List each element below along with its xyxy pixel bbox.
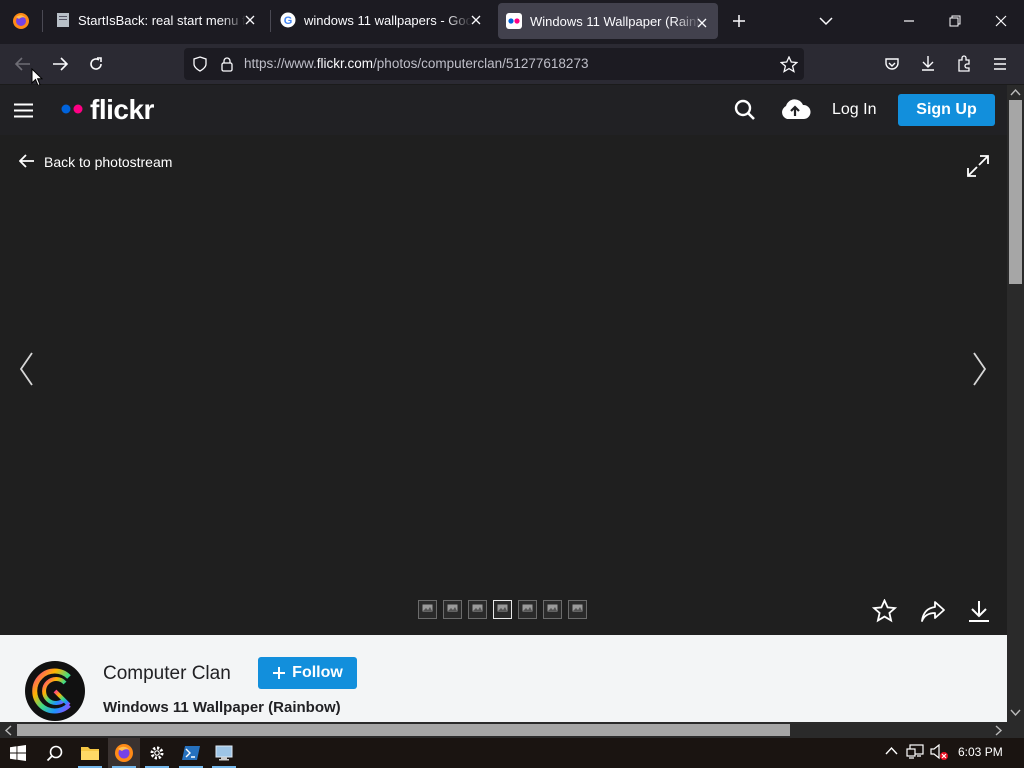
network-icon[interactable] <box>906 744 924 760</box>
search-icon[interactable] <box>734 99 756 121</box>
new-tab-button[interactable] <box>731 13 747 29</box>
restore-button[interactable] <box>947 13 963 29</box>
tab-google-search[interactable]: G windows 11 wallpapers - Google Search <box>274 0 492 40</box>
close-icon[interactable] <box>694 15 710 31</box>
back-to-photostream-link[interactable]: Back to photostream <box>44 154 172 170</box>
url-prefix: https://www. <box>244 56 317 71</box>
favorite-star-icon[interactable] <box>872 599 897 623</box>
scroll-left-arrow-icon[interactable] <box>4 725 12 736</box>
previous-photo-chevron-icon[interactable] <box>18 351 34 387</box>
tab-flickr-active[interactable]: Windows 11 Wallpaper (Rainbow) <box>498 3 718 39</box>
upload-cloud-icon[interactable] <box>779 98 811 120</box>
close-icon[interactable] <box>242 12 258 28</box>
log-in-link[interactable]: Log In <box>832 101 876 119</box>
tab-strip: StartIsBack: real start menu for Windows… <box>0 0 1024 44</box>
flickr-logo[interactable]: flickr <box>90 94 154 126</box>
share-arrow-icon[interactable] <box>920 599 946 623</box>
remote-desktop-icon[interactable] <box>208 738 240 768</box>
follow-button[interactable]: Follow <box>258 657 357 689</box>
photo-thumbnail[interactable] <box>468 600 487 619</box>
photo-viewer[interactable] <box>0 135 1007 635</box>
photo-thumbnail[interactable] <box>543 600 562 619</box>
scroll-right-arrow-icon[interactable] <box>995 725 1003 736</box>
downloads-icon[interactable] <box>920 55 936 72</box>
firefox-taskbar-icon[interactable] <box>108 738 140 768</box>
fullscreen-expand-icon[interactable] <box>966 154 990 178</box>
settings-gear-icon[interactable] <box>141 738 173 768</box>
windows-start-icon[interactable] <box>2 738 34 768</box>
scrollbar-corner <box>1007 722 1024 738</box>
extensions-icon[interactable] <box>956 55 973 72</box>
url-path: /photos/computerclan/51277618273 <box>373 56 589 71</box>
bookmark-star-icon[interactable] <box>780 56 798 73</box>
download-icon[interactable] <box>967 599 991 623</box>
lock-icon[interactable] <box>220 56 234 72</box>
firefox-menu-icon[interactable] <box>12 12 30 30</box>
photo-thumbnail[interactable] <box>493 600 512 619</box>
flickr-logo-dots-icon[interactable] <box>61 104 85 114</box>
site-menu-hamburger-icon[interactable] <box>14 103 33 118</box>
forward-arrow-icon[interactable] <box>51 56 69 72</box>
list-all-tabs-chevron-icon[interactable] <box>818 13 834 29</box>
owner-name[interactable]: Computer Clan <box>103 663 231 685</box>
url-domain: flickr.com <box>316 56 374 71</box>
photo-title: Windows 11 Wallpaper (Rainbow) <box>103 699 341 716</box>
search-icon[interactable] <box>38 738 70 768</box>
scroll-down-arrow-icon[interactable] <box>1010 709 1021 717</box>
tracking-shield-icon[interactable] <box>192 56 208 72</box>
tab-title: windows 11 wallpapers - Google Search <box>304 12 472 28</box>
pocket-icon[interactable] <box>884 56 900 72</box>
url-text[interactable]: https://www.flickr.com/photos/computercl… <box>244 56 588 71</box>
photo-thumbnail[interactable] <box>418 600 437 619</box>
flickr-icon <box>506 13 522 29</box>
google-icon: G <box>280 12 296 28</box>
navigation-toolbar: https://www.flickr.com/photos/computercl… <box>0 44 1024 84</box>
show-hidden-icons-chevron-icon[interactable] <box>885 746 898 756</box>
svg-text:G: G <box>284 15 293 27</box>
plus-icon <box>272 666 286 680</box>
address-bar[interactable]: https://www.flickr.com/photos/computercl… <box>184 48 804 80</box>
photo-thumbnail[interactable] <box>568 600 587 619</box>
avatar[interactable] <box>25 661 85 721</box>
reload-icon[interactable] <box>88 56 104 72</box>
back-arrow-icon[interactable] <box>19 153 35 169</box>
follow-label: Follow <box>292 664 343 681</box>
window-close-button[interactable] <box>993 13 1009 29</box>
photo-thumbnail[interactable] <box>518 600 537 619</box>
app-menu-hamburger-icon[interactable] <box>992 56 1008 72</box>
minimize-button[interactable] <box>901 13 917 29</box>
taskbar-clock[interactable]: 6:03 PM <box>958 745 1003 759</box>
horizontal-scrollbar-thumb[interactable] <box>17 724 790 736</box>
sign-up-button[interactable]: Sign Up <box>898 94 995 126</box>
vertical-scrollbar-thumb[interactable] <box>1009 100 1022 284</box>
file-explorer-icon[interactable] <box>74 738 106 768</box>
volume-muted-icon[interactable] <box>930 744 950 761</box>
tab-startisback[interactable]: StartIsBack: real start menu for Windows <box>48 0 266 40</box>
tab-title: StartIsBack: real start menu for Windows <box>78 12 246 28</box>
tab-title: Windows 11 Wallpaper (Rainbow) <box>530 13 700 29</box>
scroll-up-arrow-icon[interactable] <box>1010 88 1021 96</box>
powershell-icon[interactable] <box>175 738 207 768</box>
close-icon[interactable] <box>468 12 484 28</box>
document-icon <box>56 12 70 28</box>
back-arrow-icon[interactable] <box>14 56 32 72</box>
photo-thumbnail[interactable] <box>443 600 462 619</box>
next-photo-chevron-icon[interactable] <box>972 351 988 387</box>
